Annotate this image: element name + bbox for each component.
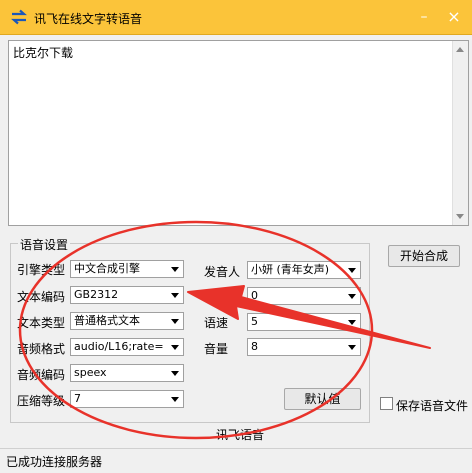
audio-format-select[interactable]: audio/L16;rate=: [70, 338, 184, 356]
text-type-value: 普通格式文本: [74, 314, 140, 327]
footer-label: 讯飞语音: [216, 428, 265, 442]
compression-level-label: 压缩等级: [17, 394, 66, 408]
chevron-down-icon: [171, 397, 179, 402]
status-text: 已成功连接服务器: [6, 455, 103, 469]
speaker-label: 发音人: [204, 265, 241, 279]
scroll-up-icon[interactable]: [456, 47, 464, 52]
volume-value: 8: [251, 340, 258, 353]
voice-settings-label: 语音设置: [18, 236, 71, 253]
speed-select[interactable]: 5: [247, 313, 361, 331]
audio-codec-select[interactable]: speex: [70, 364, 184, 382]
chevron-down-icon: [171, 293, 179, 298]
default-values-button[interactable]: 默认值: [284, 388, 361, 410]
chevron-down-icon: [171, 345, 179, 350]
compression-level-value: 7: [74, 392, 81, 405]
text-encoding-label: 文本编码: [17, 290, 66, 304]
volume-label: 音量: [204, 342, 229, 356]
text-encoding-select[interactable]: GB2312: [70, 286, 184, 304]
close-button[interactable]: ×: [444, 8, 464, 26]
background-sound-value: 0: [251, 289, 258, 302]
start-synthesis-button[interactable]: 开始合成: [388, 245, 460, 267]
engine-type-select[interactable]: 中文合成引擎: [70, 260, 184, 278]
minimize-button[interactable]: –: [414, 8, 434, 26]
speed-label: 语速: [204, 316, 229, 330]
chevron-down-icon: [348, 320, 356, 325]
background-sound-label: 背景音: [204, 290, 241, 304]
engine-type-label: 引擎类型: [17, 263, 66, 277]
audio-codec-label: 音频编码: [17, 368, 66, 382]
chevron-down-icon: [348, 268, 356, 273]
compression-level-select[interactable]: 7: [70, 390, 184, 408]
engine-type-value: 中文合成引擎: [74, 262, 140, 275]
text-input-area[interactable]: 比克尔下载: [8, 40, 469, 226]
scroll-down-icon[interactable]: [456, 214, 464, 219]
window-title: 讯飞在线文字转语音: [34, 12, 143, 26]
text-encoding-value: GB2312: [74, 288, 119, 301]
text-type-select[interactable]: 普通格式文本: [70, 312, 184, 330]
audio-format-label: 音频格式: [17, 342, 66, 356]
speed-value: 5: [251, 315, 258, 328]
chevron-down-icon: [171, 371, 179, 376]
text-type-label: 文本类型: [17, 316, 66, 330]
background-sound-select[interactable]: 0: [247, 287, 361, 305]
save-audio-label[interactable]: 保存语音文件: [396, 397, 468, 414]
speaker-select[interactable]: 小妍 (青年女声): [247, 261, 361, 279]
chevron-down-icon: [171, 267, 179, 272]
save-audio-checkbox[interactable]: [380, 397, 393, 410]
vertical-scrollbar[interactable]: [452, 41, 468, 225]
text-input-content: 比克尔下载: [13, 46, 74, 60]
speaker-value: 小妍 (青年女声): [251, 263, 330, 276]
audio-codec-value: speex: [74, 366, 107, 379]
audio-format-value: audio/L16;rate=: [74, 340, 164, 353]
volume-select[interactable]: 8: [247, 338, 361, 356]
chevron-down-icon: [348, 294, 356, 299]
swap-arrows-icon: [11, 9, 27, 25]
title-bar: 讯飞在线文字转语音 – ×: [0, 0, 472, 35]
chevron-down-icon: [348, 345, 356, 350]
status-bar: 已成功连接服务器: [0, 448, 472, 473]
chevron-down-icon: [171, 319, 179, 324]
